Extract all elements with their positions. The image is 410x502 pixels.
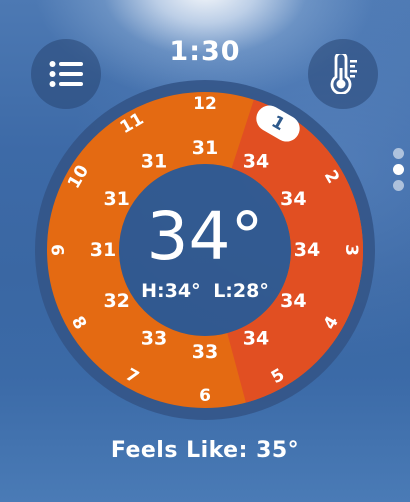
hourly-temp-7: 33 xyxy=(141,327,167,349)
hour-label-3: 3 xyxy=(341,244,361,256)
low-temp: L:28° xyxy=(213,280,269,302)
current-temperature: 34° xyxy=(146,198,264,275)
high-low-temps: H:34° L:28° xyxy=(110,280,300,302)
feels-like: Feels Like: 35° xyxy=(110,438,300,463)
hour-label-6: 6 xyxy=(199,386,211,406)
hourly-temp-5: 34 xyxy=(243,327,269,349)
high-temp: H:34° xyxy=(141,280,201,302)
hourly-temp-12: 31 xyxy=(192,137,218,159)
hourly-temp-1: 34 xyxy=(243,151,269,173)
hourly-temp-11: 31 xyxy=(141,151,167,173)
hour-label-9: 9 xyxy=(49,244,69,256)
hourly-temp-6: 33 xyxy=(192,341,218,363)
hour-label-12: 12 xyxy=(193,94,217,114)
